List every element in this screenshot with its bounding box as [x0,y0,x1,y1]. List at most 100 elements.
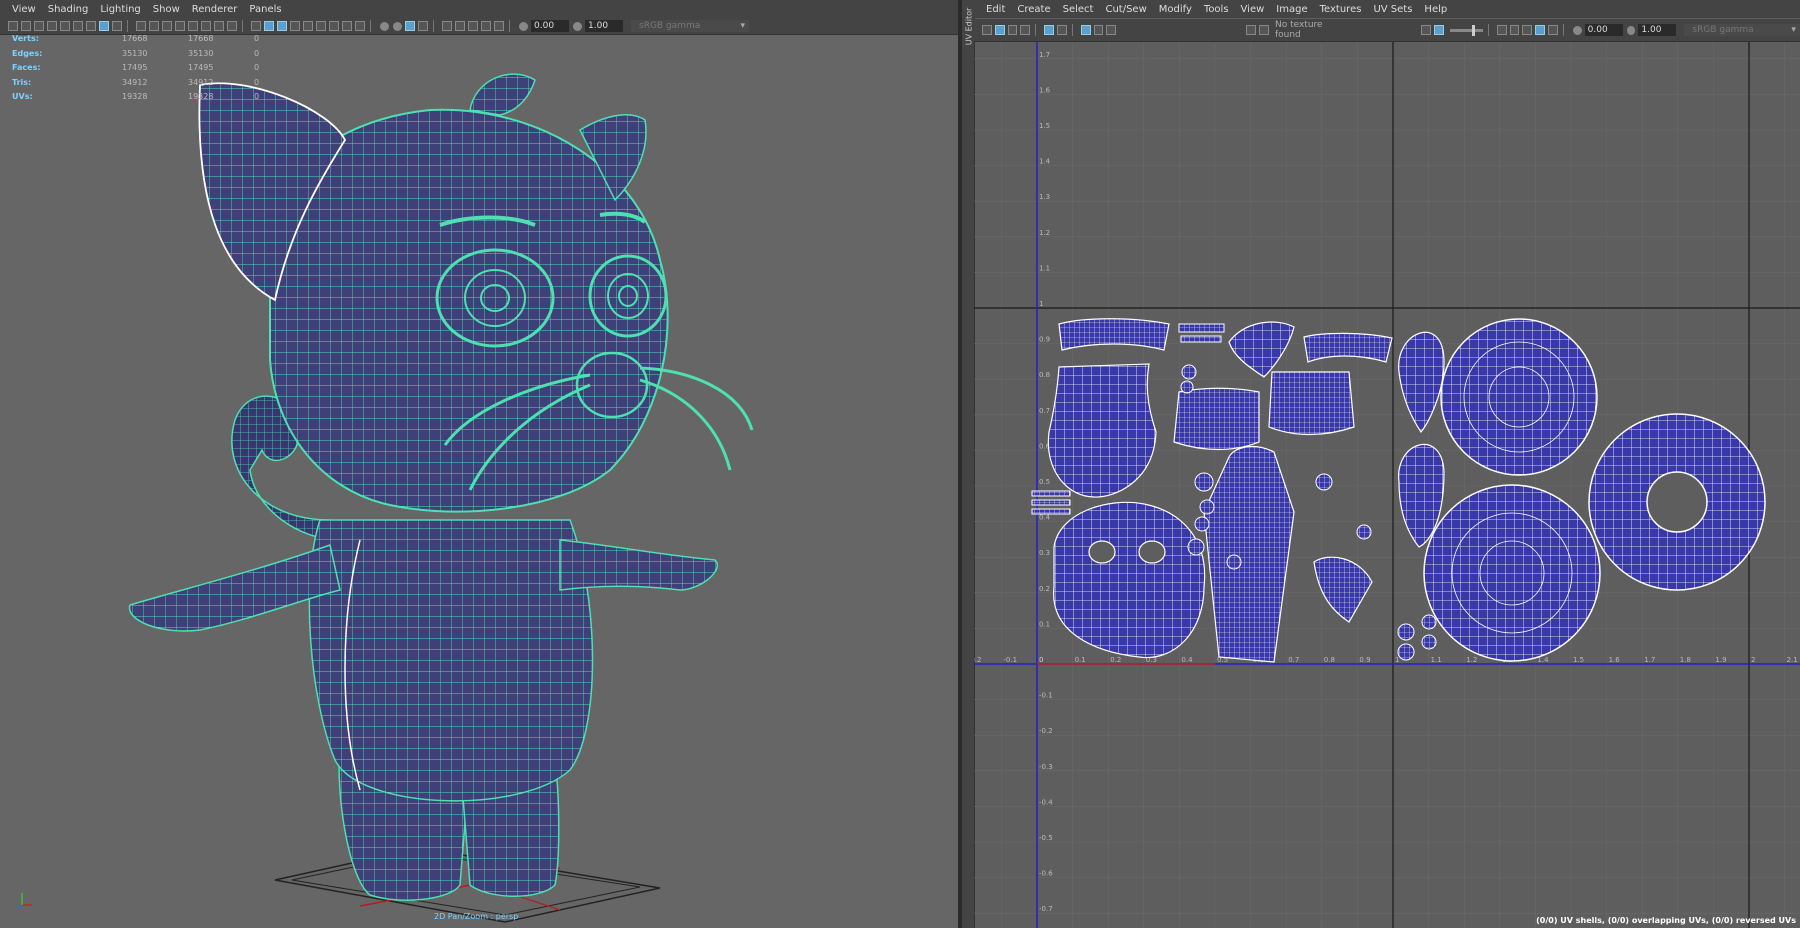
menu-shading[interactable]: Shading [48,4,89,15]
text-icon[interactable] [227,21,237,31]
isolate-select-icon[interactable] [380,21,389,31]
uv-shell-small[interactable] [1315,473,1333,491]
uv-shell-disc[interactable] [1440,318,1598,476]
uv-snapshot-icon[interactable] [1057,25,1067,35]
camera-transform-icon[interactable] [442,21,452,31]
uv-menu-create[interactable]: Create [1017,4,1050,15]
uv-gamma-field[interactable]: 1.00 [1638,24,1677,36]
menu-lighting[interactable]: Lighting [100,4,140,15]
gamma-field[interactable]: 1.00 [585,20,623,32]
uv-shell-body-back[interactable] [1047,363,1157,498]
uv-shell-small[interactable] [1421,614,1437,630]
bookmark2-icon[interactable] [73,21,83,31]
uv-shell-strip[interactable] [1180,335,1222,343]
field-chart-icon[interactable] [188,21,198,31]
cat-eye-left[interactable] [435,248,555,348]
uv-menu-modify[interactable]: Modify [1159,4,1192,15]
safe-title-icon[interactable] [214,21,224,31]
2d-pan-zoom-icon[interactable] [99,21,109,31]
isolate-uv-icon[interactable] [1535,25,1546,35]
uv-shell-ear[interactable] [1228,321,1295,378]
uv-gamma-dot-icon[interactable] [1626,25,1636,35]
uv-menu-uv-sets[interactable]: UV Sets [1373,4,1412,15]
uv-shell-disc[interactable] [1423,484,1601,662]
uv-shell-whisker[interactable] [1031,499,1071,506]
cat-arm-left[interactable] [128,544,341,632]
pixel-snap-icon[interactable] [1496,25,1507,35]
checker-icon[interactable] [1259,25,1269,35]
uv-toolkit-icon[interactable] [982,25,992,35]
film-gate-icon[interactable] [149,21,159,31]
uv-shell-small[interactable] [1226,554,1242,570]
uv-shell-chest[interactable] [1173,387,1260,451]
menu-panels[interactable]: Panels [249,4,281,15]
uv-rotate-icon[interactable] [1522,25,1533,35]
uv-camera-icon[interactable] [1106,25,1117,35]
exposure-dot-icon[interactable] [519,21,528,31]
uv-shell-torso[interactable] [1203,445,1295,663]
cat-arm-right[interactable] [559,539,718,591]
uv-editor-panel[interactable]: UV Editor Edit Create Select Cut/Sew Mod… [962,0,1800,928]
lights-icon[interactable] [303,21,313,31]
safe-action-icon[interactable] [201,21,211,31]
uv-shaded-icon[interactable] [994,25,1005,35]
frame-all-icon[interactable] [455,21,465,31]
grid-icon[interactable] [136,21,146,31]
textured-icon[interactable] [290,21,300,31]
exposure-field[interactable]: 0.00 [531,20,569,32]
texture-display-icon[interactable] [1246,25,1257,35]
camera-attr-icon[interactable] [21,21,31,31]
uv-menu-help[interactable]: Help [1424,4,1447,15]
uv-menu-select[interactable]: Select [1063,4,1094,15]
antialiasing-icon[interactable] [342,21,352,31]
uv-checker-icon[interactable] [1080,25,1091,35]
depth-of-field-icon[interactable] [355,21,365,31]
dim-slider[interactable] [1449,24,1483,36]
uv-menu-textures[interactable]: Textures [1320,4,1362,15]
xray-active-icon[interactable] [418,21,428,31]
uv-shell-small[interactable] [1194,516,1210,532]
uv-shell-small[interactable] [1421,634,1437,650]
grease-pencil-icon[interactable] [60,21,70,31]
menu-view[interactable]: View [12,4,36,15]
texture-tile-icon[interactable] [1509,25,1520,35]
uv-menu-view[interactable]: View [1241,4,1265,15]
gamma-dot-icon[interactable] [573,21,582,31]
cat-tuft[interactable] [469,73,536,116]
uv-shell-cap[interactable] [1058,318,1170,351]
grease-icon[interactable] [112,21,122,31]
ambient-occlusion-icon[interactable] [329,21,339,31]
viewport-panel[interactable]: View Shading Lighting Show Renderer Pane… [0,0,958,928]
uv-settings-icon[interactable] [1548,25,1558,35]
uv-shell-small[interactable] [1356,524,1372,540]
wireframe-icon[interactable] [251,21,261,31]
uv-shell-whisker[interactable] [1031,508,1071,515]
dim-image-icon[interactable] [1420,25,1431,35]
uv-filter-icon[interactable] [1093,25,1104,35]
uv-menu-cut-sew[interactable]: Cut/Sew [1105,4,1146,15]
uv-shell-strip[interactable] [1178,323,1225,333]
shadows-icon[interactable] [316,21,326,31]
uv-shell-small[interactable] [1199,499,1215,515]
uv-shell-whisker[interactable] [1031,490,1071,497]
uv-shell-head[interactable] [1053,501,1206,659]
uv-canvas[interactable]: -0.2-0.100.10.20.30.40.50.60.70.80.911.1… [974,42,1800,928]
uv-shell-small[interactable] [1397,643,1415,661]
uv-menu-image[interactable]: Image [1276,4,1307,15]
xray-joints-icon[interactable] [405,21,415,31]
uv-image-icon[interactable] [1020,25,1031,35]
uv-shell-ring[interactable] [1588,413,1766,591]
gamma-icon[interactable] [494,21,504,31]
bookmark-icon[interactable] [34,21,44,31]
uv-shell-small[interactable] [1181,364,1197,380]
cat-body[interactable] [308,519,594,802]
uv-shell-paw[interactable] [1313,556,1373,623]
cat-eye-right[interactable] [588,254,668,338]
uv-shell-small[interactable] [1180,380,1194,394]
uv-menu-edit[interactable]: Edit [986,4,1005,15]
uv-shells[interactable] [1031,318,1766,663]
uv-exposure-field[interactable]: 0.00 [1584,24,1623,36]
uv-menu-tools[interactable]: Tools [1204,4,1229,15]
menu-show[interactable]: Show [153,4,180,15]
uv-shell-back[interactable] [1268,371,1355,436]
